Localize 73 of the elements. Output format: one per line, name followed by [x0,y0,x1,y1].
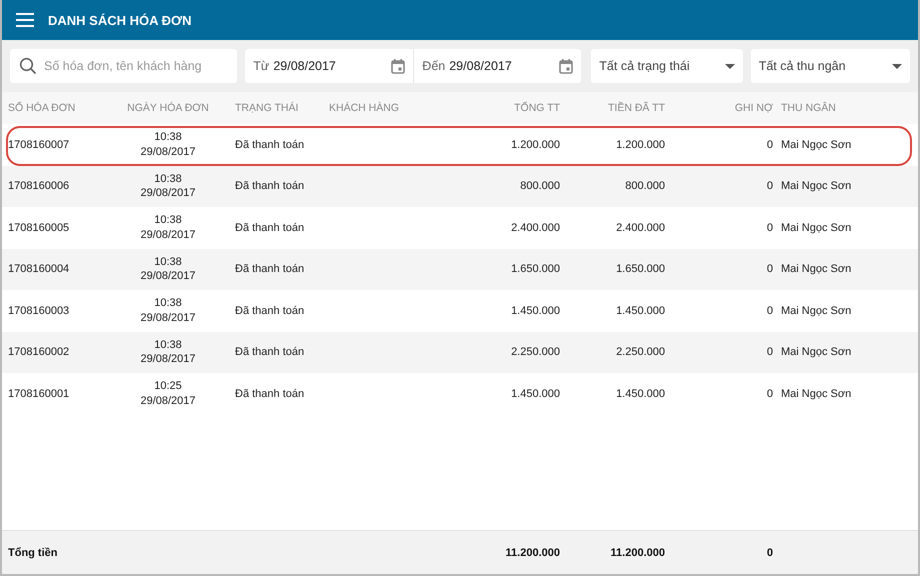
table-cell-text: 10:38 29/08/2017 [139,296,197,326]
page-title: DANH SÁCH HÓA ĐƠN [48,12,192,28]
total-amount: 11.200.000 [504,546,560,558]
table-cell-text: 10:38 29/08/2017 [139,130,197,160]
calendar-icon[interactable] [391,58,406,74]
from-date-field[interactable]: Từ 29/08/2017 [245,49,414,83]
column-header: NGÀY HÓA ĐƠN [126,102,210,114]
dropdown-arrow-icon[interactable] [724,64,735,68]
total-label: Tổng tiền [8,546,58,558]
table-cell-text: Mai Ngọc Sơn [780,304,852,318]
table-cell-text: Đã thanh toán [234,220,306,235]
table-cell-text: 1708160006 [8,179,70,194]
table-cell-text: Đã thanh toán [234,345,306,360]
column-header: KHÁCH HÀNG [329,102,400,114]
table-cell-text: Đã thanh toán [234,262,306,276]
table-cell-text: 0 [766,304,773,318]
table-cell-text: Đã thanh toán [234,138,306,152]
table-cell-text: 1.200.000 [510,138,560,152]
table-cell-text: 2.400.000 [510,220,560,235]
table-cell-text: 1708160005 [8,220,70,235]
table-cell-text: 10:38 29/08/2017 [139,213,197,242]
table-cell-text: 1708160003 [8,304,70,318]
table-cell-text: 1.450.000 [615,386,665,401]
to-date-field[interactable]: Đến 29/08/2017 [413,49,582,83]
status-dropdown[interactable]: Tất cả trạng thái [591,49,743,83]
table-cell-text: Mai Ngọc Sơn [780,220,852,235]
column-header: TỔNG TT [513,102,560,114]
dropdown-arrow-icon[interactable] [892,64,902,68]
table-cell-text: 10:38 29/08/2017 [139,338,197,367]
table-cell-text: 0 [766,386,773,401]
table-cell-text: Mai Ngọc Sơn [780,179,852,194]
table-cell-text: Mai Ngọc Sơn [780,262,852,276]
table-cell-text: Đã thanh toán [234,179,306,194]
table-cell-text: 0 [766,262,773,276]
table-cell-text: 1.650.000 [615,262,665,276]
table-cell-text: 1.650.000 [510,262,560,276]
table-cell-text: 800.000 [624,179,665,194]
table-cell-text: 10:38 29/08/2017 [139,172,197,201]
search-icon [19,57,37,75]
total-debt: 0 [766,546,773,558]
table-cell-text: 2.400.000 [615,220,665,235]
table-cell-text: 2.250.000 [615,345,665,360]
table-cell-text: 1.200.000 [615,138,665,152]
cashier-dropdown[interactable]: Tất cả thu ngân [750,49,910,83]
table-cell-text: 0 [766,220,773,235]
column-header: SỐ HÓA ĐƠN [8,102,76,114]
table-cell-text: 1708160004 [8,262,70,276]
table-cell-text: 800.000 [519,179,560,194]
column-header: TRẠNG THÁI [234,102,300,114]
table-cell-text: Mai Ngọc Sơn [780,138,852,152]
column-header: THU NGÂN [780,102,837,114]
table-cell-text: 1708160001 [8,386,70,401]
column-header: TIỀN ĐÃ TT [607,102,665,114]
table-cell-text: Mai Ngọc Sơn [780,345,852,360]
table-cell-text: Đã thanh toán [234,386,306,401]
table-cell-text: 1.450.000 [510,304,560,318]
table-cell-text: 1708160002 [8,345,70,360]
table-cell-text: Đã thanh toán [234,304,306,318]
table-cell-text: 0 [766,138,773,152]
table-cell-text: 10:38 29/08/2017 [139,254,197,284]
table-cell-text: 1.450.000 [510,386,560,401]
table-cell-text: Mai Ngọc Sơn [780,386,852,401]
column-header: GHI NỢ [734,102,773,114]
total-paid: 11.200.000 [610,546,665,558]
table-cell-text: 1.450.000 [615,304,665,318]
calendar-icon[interactable] [559,58,574,74]
table-cell-text: 0 [766,345,773,360]
table-cell-text: 0 [766,179,773,194]
table-cell-text: 10:25 29/08/2017 [139,379,197,408]
menu-icon[interactable] [16,13,34,27]
search-field[interactable]: Số hóa đơn, tên khách hàng [10,49,238,83]
table-cell-text: 2.250.000 [510,345,560,360]
table-cell-text: 1708160007 [8,138,70,152]
